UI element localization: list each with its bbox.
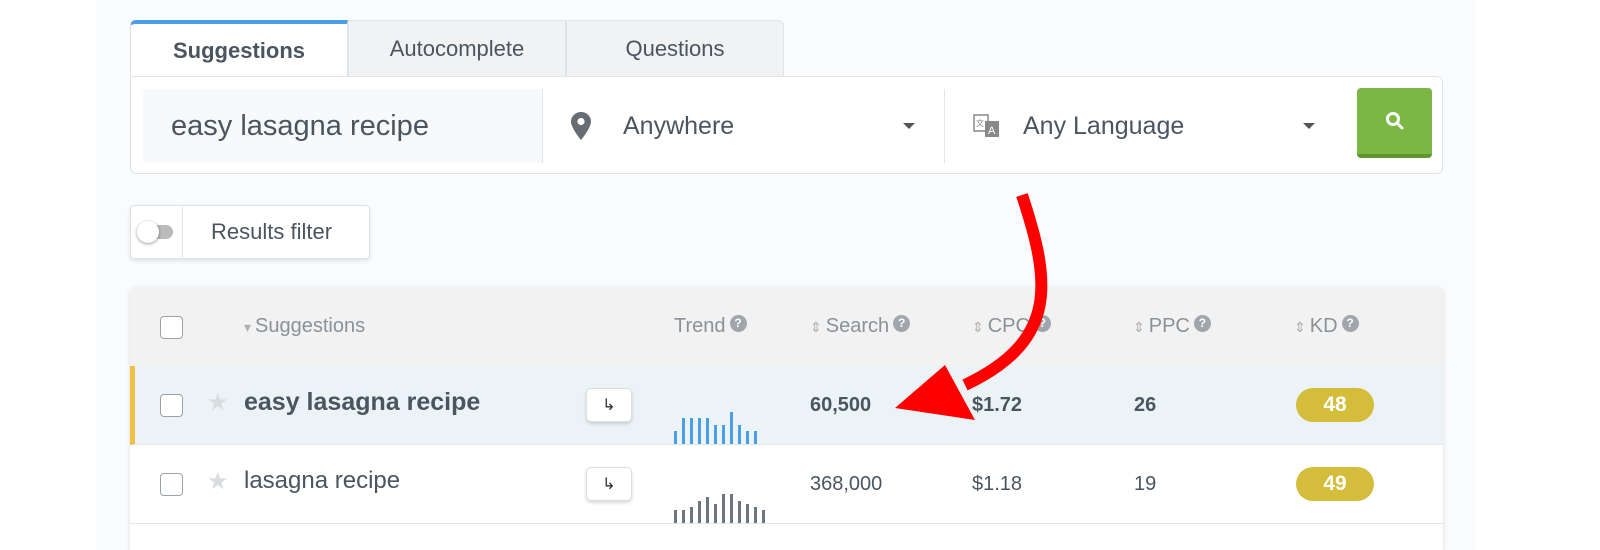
red-arrow-annotation <box>895 193 1048 420</box>
